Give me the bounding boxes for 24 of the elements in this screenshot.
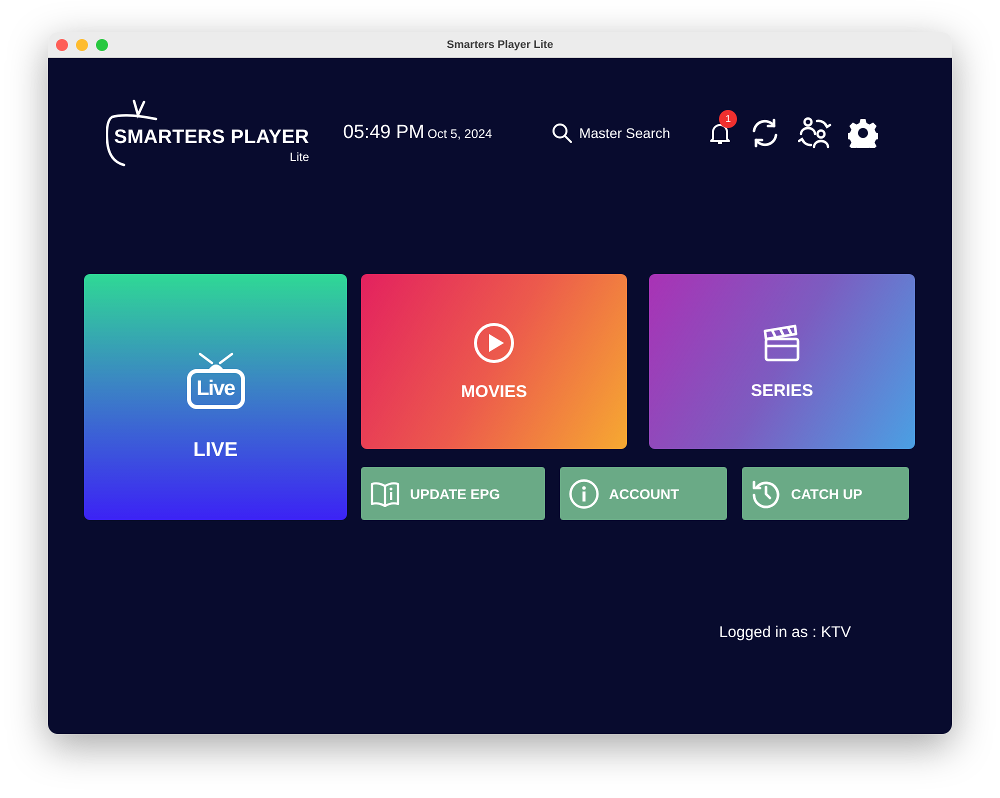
play-icon bbox=[473, 322, 515, 364]
clock-time: 05:49 PM bbox=[343, 122, 424, 144]
book-icon bbox=[370, 480, 400, 506]
live-tile[interactable]: Live LIVE bbox=[84, 274, 347, 520]
clock-date: Oct 5, 2024 bbox=[427, 127, 492, 141]
bell-icon[interactable] bbox=[708, 121, 732, 145]
history-icon bbox=[751, 478, 781, 508]
series-tile[interactable]: SERIES bbox=[649, 274, 915, 449]
logo-title: SMARTERS PLAYER bbox=[114, 126, 310, 149]
info-icon bbox=[569, 478, 599, 508]
switch-user-icon[interactable] bbox=[798, 116, 832, 150]
update-epg-button[interactable]: UPDATE EPG bbox=[361, 467, 545, 520]
notification-badge: 1 bbox=[719, 110, 738, 128]
master-search-button[interactable]: Master Search bbox=[552, 123, 670, 143]
window-title: Smarters Player Lite bbox=[446, 38, 554, 50]
logged-in-text: Logged in as : KTV bbox=[719, 624, 851, 642]
logo-subtitle: Lite bbox=[290, 150, 310, 164]
settings-icon[interactable] bbox=[848, 118, 878, 148]
catch-up-button[interactable]: CATCH UP bbox=[742, 467, 909, 520]
movies-tile[interactable]: MOVIES bbox=[361, 274, 627, 449]
account-button[interactable]: ACCOUNT bbox=[560, 467, 727, 520]
close-button[interactable] bbox=[56, 38, 68, 50]
clapperboard-icon bbox=[762, 322, 802, 362]
search-icon bbox=[552, 123, 572, 143]
